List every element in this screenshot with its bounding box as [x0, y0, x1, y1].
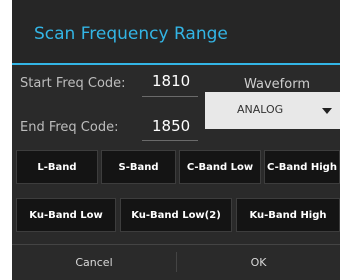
ku-band-high-button[interactable]: Ku-Band High	[236, 198, 340, 232]
scan-frequency-dialog: Scan Frequency Range Start Freq Code: 18…	[12, 0, 340, 280]
ku-band-low-2-button[interactable]: Ku-Band Low(2)	[120, 198, 232, 232]
c-band-high-button[interactable]: C-Band High	[264, 150, 340, 184]
dialog-title: Scan Frequency Range	[34, 24, 228, 44]
s-band-button[interactable]: S-Band	[101, 150, 176, 184]
waveform-label: Waveform	[244, 77, 310, 92]
chevron-down-icon	[322, 108, 332, 114]
start-freq-underline	[142, 96, 198, 97]
c-band-low-button[interactable]: C-Band Low	[179, 150, 261, 184]
start-freq-input[interactable]: 1810	[152, 72, 190, 90]
waveform-selected-value: ANALOG	[237, 103, 284, 116]
waveform-dropdown[interactable]: ANALOG	[205, 92, 340, 129]
title-divider	[12, 63, 340, 65]
l-band-button[interactable]: L-Band	[16, 150, 98, 184]
start-freq-label: Start Freq Code:	[20, 76, 126, 91]
ok-button[interactable]: OK	[177, 245, 340, 280]
end-freq-input[interactable]: 1850	[152, 117, 190, 135]
end-freq-label: End Freq Code:	[20, 120, 119, 135]
ku-band-low-button[interactable]: Ku-Band Low	[16, 198, 116, 232]
end-freq-underline	[142, 140, 198, 141]
cancel-button[interactable]: Cancel	[12, 245, 176, 280]
dialog-title-bar: Scan Frequency Range	[12, 0, 340, 64]
